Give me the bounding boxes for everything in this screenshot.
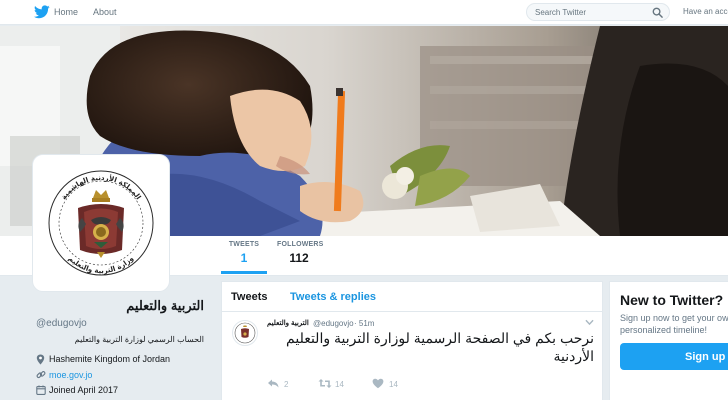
signup-button[interactable]: Sign up xyxy=(620,343,728,370)
followers-stat-label: FOLLOWERS xyxy=(277,241,324,248)
search-box xyxy=(526,3,670,21)
tweet-timestamp[interactable]: · 51m xyxy=(354,319,374,328)
profile-avatar[interactable]: المملكة الأردنية الهاشمية وزارة التربية … xyxy=(33,155,169,291)
active-tab-indicator xyxy=(221,271,267,274)
retweet-count: 14 xyxy=(335,380,344,389)
followers-stat[interactable]: FOLLOWERS 112 xyxy=(277,241,324,265)
tweets-stat-count: 1 xyxy=(240,251,248,265)
profile-location-text: Hashemite Kingdom of Jordan xyxy=(49,354,171,364)
have-account-link[interactable]: Have an acco xyxy=(683,7,728,16)
top-navigation-bar: Home About Have an acco xyxy=(0,0,728,25)
tab-tweets[interactable]: Tweets xyxy=(231,291,267,303)
signup-text: Sign up now to get your own personalized… xyxy=(620,313,728,335)
ministry-emblem-logo: المملكة الأردنية الهاشمية وزارة التربية … xyxy=(48,170,154,276)
search-input[interactable] xyxy=(535,7,647,18)
like-count: 14 xyxy=(389,380,398,389)
timeline-tabs: Tweets Tweets & replies xyxy=(222,282,602,312)
profile-url-link[interactable]: moe.gov.jo xyxy=(49,370,92,380)
profile-handle: @edugovjo xyxy=(36,318,87,329)
chevron-down-icon[interactable] xyxy=(585,318,594,327)
profile-bio: الحساب الرسمي لوزارة التربية والتعليم xyxy=(74,335,204,344)
tweet-author-handle[interactable]: @edugovjo xyxy=(313,319,354,328)
heart-icon xyxy=(372,378,384,389)
link-icon xyxy=(36,371,46,379)
profile-joined-text: Joined April 2017 xyxy=(49,385,119,395)
tab-tweets-and-replies[interactable]: Tweets & replies xyxy=(290,291,376,303)
tweet-avatar[interactable] xyxy=(232,320,258,346)
nav-home-link[interactable]: Home xyxy=(54,7,78,17)
reply-count: 2 xyxy=(284,380,289,389)
location-pin-icon xyxy=(36,354,45,365)
tweet-item[interactable]: التربية والتعليم @edugovjo · 51m نرحب بك… xyxy=(222,312,602,400)
signup-title: New to Twitter? xyxy=(620,292,724,308)
nav-about-link[interactable]: About xyxy=(93,7,117,17)
ministry-emblem-logo xyxy=(234,322,256,344)
twitter-bird-icon[interactable] xyxy=(34,5,50,19)
search-icon[interactable] xyxy=(652,7,663,18)
tweet-text: نرحب بكم في الصفحة الرسمية لوزارة التربي… xyxy=(286,330,594,364)
reply-icon xyxy=(268,379,279,388)
retweet-icon xyxy=(318,379,332,388)
signup-card: New to Twitter? Sign up now to get your … xyxy=(609,281,728,400)
followers-stat-count: 112 xyxy=(289,251,309,265)
tweets-stat-label: TWEETS xyxy=(228,241,260,248)
tweets-stat[interactable]: TWEETS 1 xyxy=(221,241,267,274)
profile-name: التربية والتعليم xyxy=(126,298,204,313)
timeline: Tweets Tweets & replies التربية والتعليم… xyxy=(221,281,603,400)
tweet-author-name[interactable]: التربية والتعليم xyxy=(267,319,309,327)
calendar-icon xyxy=(36,385,46,395)
